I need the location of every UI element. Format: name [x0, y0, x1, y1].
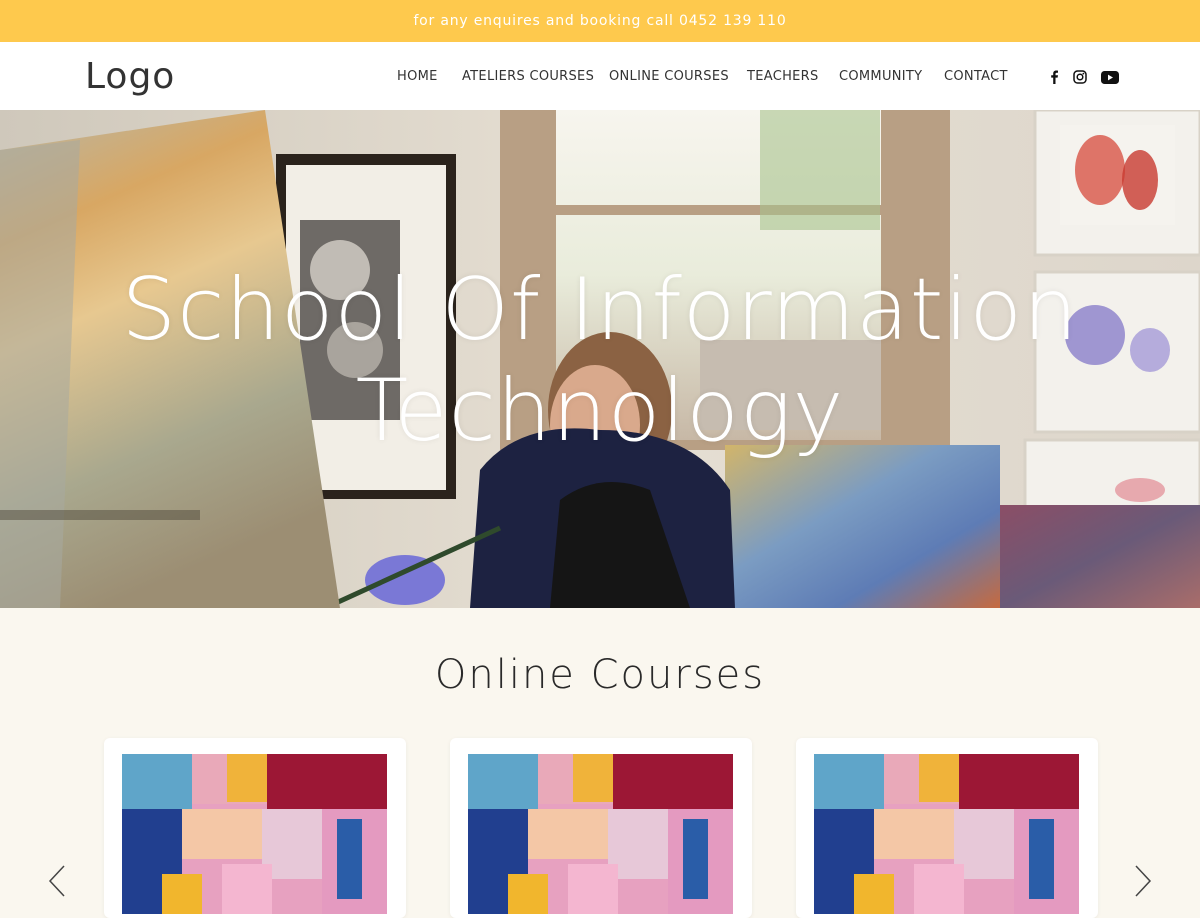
course-image: [814, 754, 1079, 914]
hero-title: School Of Information Technology: [0, 260, 1200, 462]
instagram-icon[interactable]: [1073, 68, 1087, 86]
course-card[interactable]: [450, 738, 752, 918]
site-logo[interactable]: Logo: [85, 56, 175, 97]
site-header: Logo HOME ATELIERS COURSES ONLINE COURSE…: [0, 42, 1200, 111]
online-courses-heading: Online Courses: [434, 652, 766, 698]
course-image: [468, 754, 733, 914]
nav-item-community[interactable]: COMMUNITY: [839, 69, 922, 84]
hero-title-line-1: School Of Information: [121, 260, 1079, 360]
nav-item-online-courses[interactable]: ONLINE COURSES: [609, 69, 729, 84]
chevron-left-icon[interactable]: [48, 864, 66, 902]
chevron-right-icon[interactable]: [1134, 864, 1152, 902]
nav-item-ateliers-courses[interactable]: ATELIERS COURSES: [462, 69, 594, 84]
youtube-icon[interactable]: [1101, 68, 1119, 86]
hero-banner: School Of Information Technology: [0, 110, 1200, 608]
nav-item-home[interactable]: HOME: [397, 69, 438, 84]
nav-item-teachers[interactable]: TEACHERS: [747, 69, 819, 84]
facebook-icon[interactable]: [1049, 68, 1059, 86]
hero-title-line-2: Technology: [355, 361, 845, 461]
nav-item-contact[interactable]: CONTACT: [944, 69, 1008, 84]
course-image: [122, 754, 387, 914]
course-card[interactable]: [796, 738, 1098, 918]
course-card[interactable]: [104, 738, 406, 918]
announcement-bar: for any enquires and booking call 0452 1…: [0, 0, 1200, 42]
announcement-text: for any enquires and booking call 0452 1…: [413, 13, 787, 29]
